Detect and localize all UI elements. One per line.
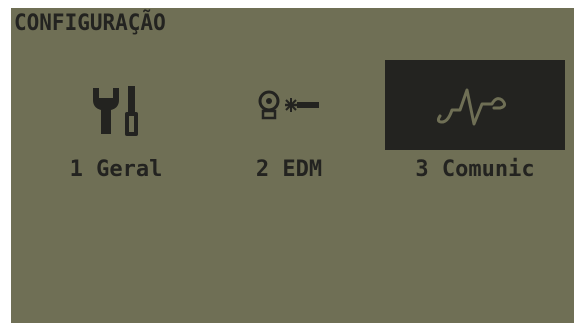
menu-item-geral[interactable]: 1 Geral bbox=[36, 60, 196, 186]
menu-item-comunic[interactable]: 3 Comunic bbox=[385, 60, 565, 186]
screen-title: CONFIGURAÇÃO bbox=[14, 9, 166, 36]
menu-item-label: 2 EDM bbox=[255, 157, 323, 182]
tools-icon bbox=[93, 86, 138, 136]
menu-item-label: 3 Comunic bbox=[415, 157, 535, 182]
menu-item-icon-box bbox=[229, 60, 349, 150]
communication-signal-icon bbox=[436, 88, 507, 126]
menu-item-icon-box bbox=[36, 60, 196, 150]
menu-item-icon-box bbox=[385, 60, 565, 150]
edm-laser-icon bbox=[258, 90, 319, 120]
menu-item-label: 1 Geral bbox=[69, 157, 163, 182]
menu-item-edm[interactable]: 2 EDM bbox=[229, 60, 349, 186]
device-screen: CONFIGURAÇÃO 1 Geral 2 EDM 3 Comunic bbox=[11, 8, 574, 323]
